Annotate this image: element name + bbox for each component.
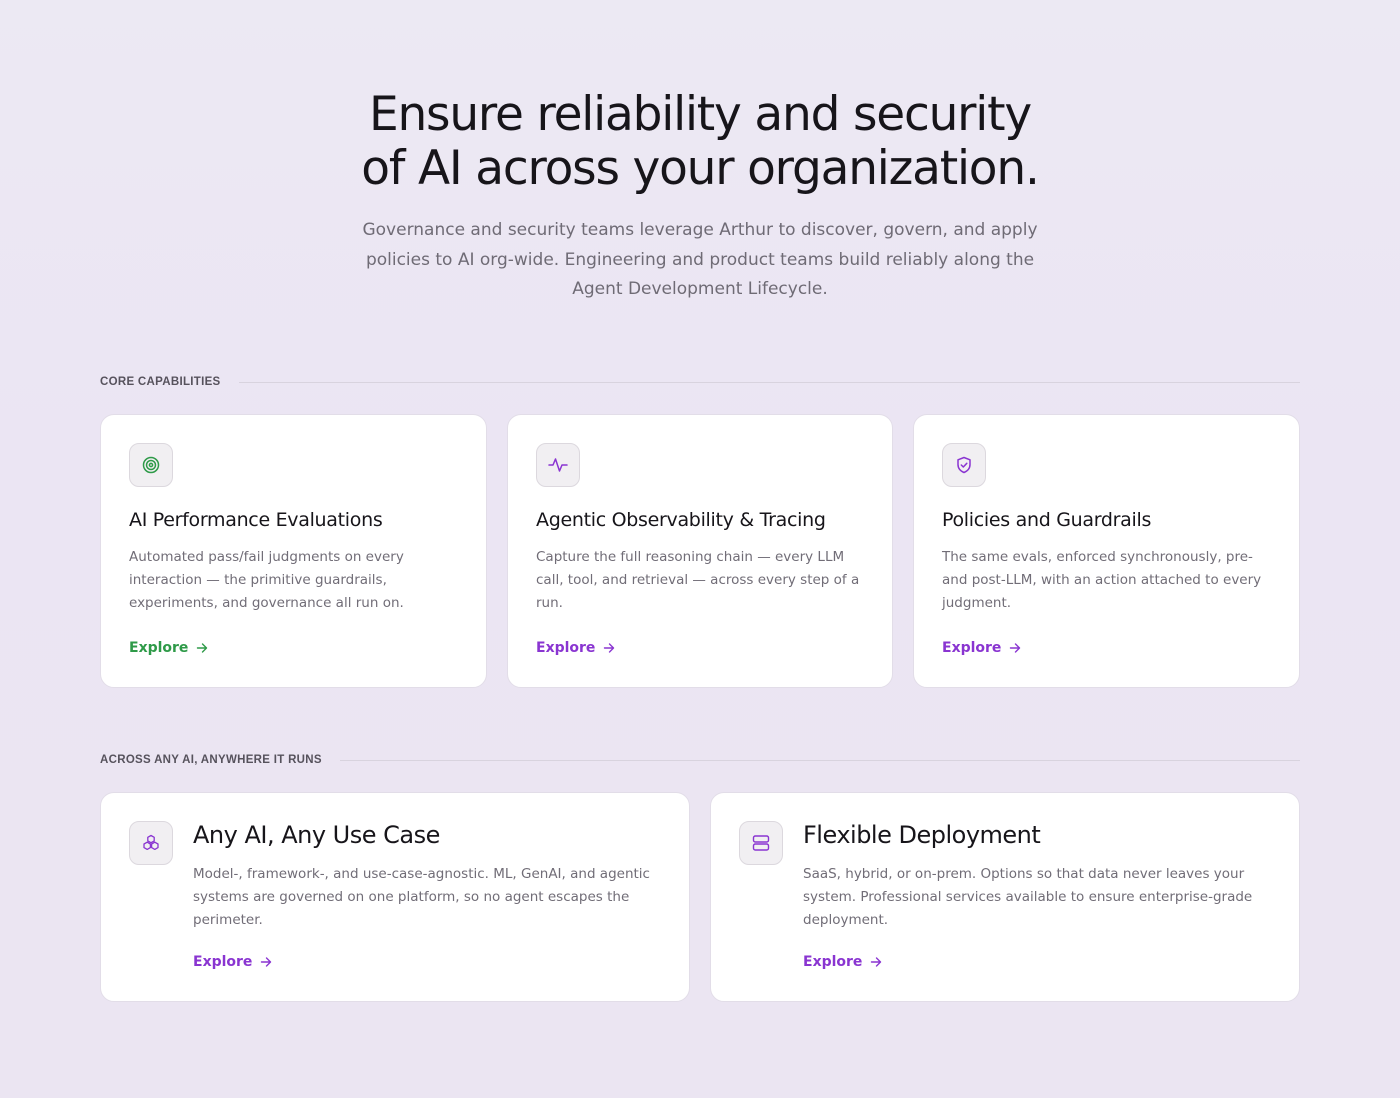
capability-card-performance-evaluations[interactable]: AI Performance Evaluations Automated pas… <box>100 414 487 688</box>
feature-card-flexible-deployment[interactable]: Flexible Deployment SaaS, hybrid, or on-… <box>710 792 1300 1002</box>
explore-link[interactable]: Explore <box>536 640 615 656</box>
shield-check-icon <box>942 443 986 487</box>
section-header-core-capabilities: CORE CAPABILITIES <box>100 374 1300 390</box>
activity-pulse-icon <box>536 443 580 487</box>
arrow-right-icon <box>1009 642 1021 654</box>
capability-card-policies-guardrails[interactable]: Policies and Guardrails The same evals, … <box>913 414 1300 688</box>
explore-label: Explore <box>129 640 189 656</box>
explore-label: Explore <box>536 640 596 656</box>
card-title: Agentic Observability & Tracing <box>536 509 826 531</box>
card-title: Policies and Guardrails <box>942 509 1152 531</box>
explore-link[interactable]: Explore <box>193 954 272 970</box>
arrow-right-icon <box>196 642 208 654</box>
section-label: CORE CAPABILITIES <box>100 376 221 388</box>
explore-link[interactable]: Explore <box>129 640 208 656</box>
arrow-right-icon <box>260 956 272 968</box>
page-subtitle: Governance and security teams leverage A… <box>362 220 1038 299</box>
capability-card-observability-tracing[interactable]: Agentic Observability & Tracing Capture … <box>507 414 893 688</box>
hero: Ensure reliability and security of AI ac… <box>0 88 1400 305</box>
explore-link[interactable]: Explore <box>942 640 1021 656</box>
card-title: AI Performance Evaluations <box>129 509 383 531</box>
section-header-any-ai-anywhere: ACROSS ANY AI, ANYWHERE IT RUNS <box>100 752 1300 768</box>
arrow-right-icon <box>870 956 882 968</box>
page-title-line-2: of AI across your organization. <box>361 141 1040 196</box>
card-description: Model-, framework-, and use-case-agnosti… <box>193 866 650 928</box>
explore-label: Explore <box>193 954 253 970</box>
explore-label: Explore <box>803 954 863 970</box>
section-divider <box>339 759 1300 761</box>
card-description: The same evals, enforced synchronously, … <box>942 549 1262 611</box>
target-icon <box>129 443 173 487</box>
explore-link[interactable]: Explore <box>803 954 882 970</box>
feature-card-any-ai-use-case[interactable]: Any AI, Any Use Case Model-, framework-,… <box>100 792 690 1002</box>
page-title-line-1: Ensure reliability and security <box>368 87 1032 142</box>
card-description: SaaS, hybrid, or on-prem. Options so tha… <box>803 866 1253 928</box>
card-description: Automated pass/fail judgments on every i… <box>129 549 404 611</box>
cubes-icon <box>129 821 173 865</box>
section-label: ACROSS ANY AI, ANYWHERE IT RUNS <box>100 754 322 766</box>
server-icon <box>739 821 783 865</box>
card-description: Capture the full reasoning chain — every… <box>536 549 860 611</box>
card-title: Any AI, Any Use Case <box>193 821 440 849</box>
arrow-right-icon <box>603 642 615 654</box>
card-title: Flexible Deployment <box>803 821 1041 849</box>
page-title: Ensure reliability and security of AI ac… <box>0 88 1400 196</box>
explore-label: Explore <box>942 640 1002 656</box>
section-divider <box>238 381 1300 383</box>
